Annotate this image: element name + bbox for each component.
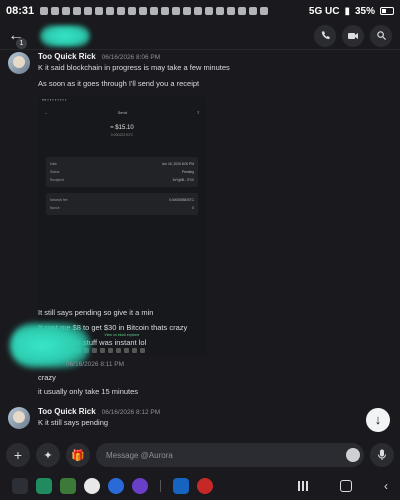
- notification-icons: [40, 7, 269, 15]
- message-composer: + ✦ 🎁 Message @Aurora: [0, 440, 400, 470]
- call-button[interactable]: [314, 24, 336, 47]
- video-icon: [348, 32, 358, 39]
- facebook-icon[interactable]: [173, 478, 189, 494]
- network-label: 5G UC: [308, 5, 340, 17]
- receipt-row: Recipient 3zYg6B...iTXX: [50, 178, 194, 182]
- receipt-fee-card: Network fee 0.00000858 BTC Nonce 0: [46, 193, 198, 215]
- nav-divider: [160, 480, 161, 492]
- emoji-icon[interactable]: [346, 448, 360, 462]
- app-icon[interactable]: [108, 478, 124, 494]
- add-attachment-button[interactable]: +: [6, 443, 30, 467]
- signal-icon: ▮: [344, 5, 350, 17]
- receipt-row: Nonce 0: [50, 206, 194, 210]
- jump-to-latest-button[interactable]: ↓: [366, 408, 390, 432]
- app-icon[interactable]: [84, 478, 100, 494]
- embed-header: ← Send ⇪: [38, 107, 206, 117]
- message-text: K it still says pending: [38, 418, 109, 427]
- message-text: As soon as it goes through I'll send you…: [38, 79, 200, 88]
- unread-badge: 1: [16, 38, 27, 49]
- chat-header: ← 1: [0, 22, 400, 50]
- microphone-icon: [378, 449, 386, 460]
- receipt-amount-btc: 0.000223 BTC: [110, 133, 134, 137]
- message-group: 06/16/2026 8:11 PM crazy it usually only…: [8, 361, 392, 396]
- apps-button[interactable]: ✦: [36, 443, 60, 467]
- battery-icon: [380, 7, 394, 15]
- embed-title: Send: [117, 109, 127, 115]
- embed-share-icon: ⇪: [196, 109, 200, 115]
- message-placeholder: Message @Aurora: [106, 450, 173, 460]
- phone-icon: [321, 31, 330, 40]
- message-group: Too Quick Rick 06/16/2026 8:06 PM K it sa…: [8, 52, 392, 92]
- receipt-row: Network fee 0.00000858 BTC: [50, 198, 194, 202]
- receipt-amount: ≈ $15.10: [110, 125, 134, 131]
- home-button[interactable]: [340, 480, 352, 492]
- gift-icon: 🎁: [71, 449, 85, 462]
- receipt-row: Status Pending: [50, 170, 194, 174]
- message-text: crazy: [38, 373, 56, 382]
- avatar[interactable]: [8, 52, 30, 74]
- app-drawer-icon[interactable]: [12, 478, 28, 494]
- arrow-down-icon: ↓: [374, 412, 382, 427]
- app-icon[interactable]: [132, 478, 148, 494]
- header-actions: [314, 24, 392, 47]
- recent-apps-button[interactable]: [298, 481, 308, 491]
- battery-percent: 35%: [354, 5, 375, 17]
- embed-status-bar: ▪▪▪ ▪ ▪ ▪ ▪ ▪ ▪ ▪ ▪: [42, 97, 67, 102]
- message-text: It still says pending so give it a min: [38, 308, 154, 317]
- message-list[interactable]: Too Quick Rick 06/16/2026 8:06 PM K it sa…: [0, 50, 400, 435]
- message-timestamp: 06/16/2026 8:12 PM: [101, 409, 161, 416]
- gift-button[interactable]: 🎁: [66, 443, 90, 467]
- message-author[interactable]: Too Quick Rick 06/16/2026 8:06 PM: [38, 52, 160, 61]
- app-icon[interactable]: [197, 478, 213, 494]
- message-timestamp: 06/16/2026 8:06 PM: [101, 54, 161, 61]
- message-input[interactable]: Message @Aurora: [96, 443, 364, 467]
- status-bar: 08:31 5G UC ▮ 35%: [0, 0, 400, 22]
- status-time: 08:31: [6, 5, 35, 17]
- voice-message-button[interactable]: [370, 443, 394, 467]
- search-button[interactable]: [370, 24, 392, 47]
- app-icon[interactable]: [60, 478, 76, 494]
- status-right: 5G UC ▮ 35%: [309, 6, 394, 17]
- redacted-username[interactable]: [40, 24, 90, 47]
- message-timestamp: 06/16/2026 8:11 PM: [66, 361, 125, 368]
- apps-icon: ✦: [43, 449, 53, 462]
- system-nav-bar: ‹: [0, 472, 400, 500]
- message-text: it usually only take 15 minutes: [38, 387, 139, 396]
- message-group: Too Quick Rick 06/16/2026 8:12 PM K it st…: [8, 407, 392, 435]
- embed-back-icon: ←: [44, 109, 48, 115]
- receipt-row: Date Jun 16, 2026 8:00 PM: [50, 162, 194, 166]
- receipt-details-card: Date Jun 16, 2026 8:00 PM Status Pending R…: [46, 157, 198, 187]
- video-call-button[interactable]: [342, 24, 364, 47]
- back-button[interactable]: ‹: [384, 479, 388, 493]
- app-icon[interactable]: [36, 478, 52, 494]
- message-text: K it said blockchain in progress is may …: [38, 63, 230, 72]
- plus-icon: +: [13, 447, 23, 463]
- search-icon: [376, 31, 386, 41]
- avatar[interactable]: [8, 407, 30, 429]
- message-author[interactable]: Too Quick Rick 06/16/2026 8:12 PM: [38, 407, 160, 416]
